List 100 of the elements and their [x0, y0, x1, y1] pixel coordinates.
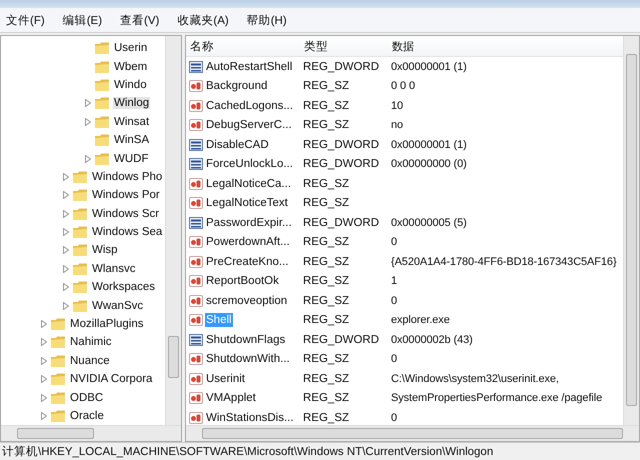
string-value-icon	[189, 235, 203, 250]
value-name[interactable]: ReportBootOk	[205, 274, 280, 288]
value-name[interactable]: DebugServerC...	[205, 118, 293, 132]
value-name[interactable]: Background	[205, 79, 268, 94]
tree-item[interactable]: Userin	[113, 42, 148, 54]
value-type: REG_SZ	[302, 80, 350, 92]
vertical-scrollbar[interactable]	[623, 36, 639, 425]
tree-item[interactable]: Windows Por	[91, 189, 161, 202]
menu-item[interactable]: 编辑(E)	[60, 12, 104, 28]
value-name[interactable]: LegalNoticeText	[205, 196, 289, 210]
expand-arrow-icon[interactable]	[41, 356, 47, 365]
expand-arrow-icon[interactable]	[63, 246, 69, 254]
tree-item[interactable]: Winlog	[113, 97, 150, 110]
tree-item[interactable]: Wisp	[91, 244, 119, 256]
tree-item[interactable]: Nahimic	[69, 336, 113, 348]
menu-item[interactable]: 文件(F)	[4, 12, 47, 28]
expand-arrow-icon[interactable]	[41, 394, 47, 402]
folder-icon	[72, 280, 88, 294]
menu-item[interactable]: 收藏夹(A)	[175, 12, 231, 28]
expand-arrow-icon[interactable]	[85, 118, 91, 126]
folder-icon	[94, 41, 110, 56]
expand-arrow-icon[interactable]	[63, 191, 69, 200]
scrollbar-thumb[interactable]	[202, 428, 623, 439]
value-type: REG_DWORD	[302, 158, 380, 170]
tree-item[interactable]: WinSA	[113, 134, 150, 146]
value-type: REG_DWORD	[302, 138, 380, 151]
tree-item[interactable]: WwanSvc	[91, 300, 144, 312]
horizontal-scrollbar[interactable]	[1, 425, 181, 441]
value-name[interactable]: CachedLogons...	[205, 98, 294, 113]
expand-arrow-icon[interactable]	[63, 283, 69, 292]
value-type: REG_SZ	[302, 119, 350, 132]
column-header[interactable]: 数据	[388, 38, 623, 54]
folder-icon	[94, 114, 110, 129]
value-name[interactable]: PowerdownAft...	[205, 235, 291, 250]
folder-icon	[50, 372, 66, 386]
value-data: 1	[390, 275, 398, 288]
value-type: REG_SZ	[302, 294, 350, 307]
value-name[interactable]: scremoveoption	[205, 294, 288, 308]
tree-item[interactable]: Workspaces	[91, 281, 156, 294]
string-value-icon	[189, 372, 203, 386]
value-data: explorer.exe	[390, 314, 451, 326]
expand-arrow-icon[interactable]	[63, 210, 69, 218]
expand-arrow-icon[interactable]	[41, 412, 47, 420]
expand-arrow-icon[interactable]	[85, 154, 91, 163]
expand-arrow-icon[interactable]	[85, 99, 91, 108]
string-value-icon	[189, 176, 203, 191]
tree-item[interactable]: Winsat	[113, 116, 150, 128]
expand-arrow-icon[interactable]	[63, 264, 69, 273]
tree-item[interactable]: Nuance	[69, 354, 111, 367]
tree-item[interactable]: Windo	[113, 78, 148, 91]
tree-item[interactable]: Wlansvc	[91, 262, 136, 275]
value-name[interactable]: WinStationsDis...	[205, 410, 295, 425]
tree-item[interactable]: Windows Pho	[91, 170, 164, 183]
expand-arrow-icon[interactable]	[41, 338, 47, 346]
tree-item[interactable]: NVIDIA Corpora	[69, 373, 154, 386]
scrollbar-thumb[interactable]	[626, 54, 637, 406]
tree-item[interactable]: Windows Scr	[91, 208, 160, 220]
string-value-icon	[189, 254, 203, 269]
value-name[interactable]: PreCreateKno...	[205, 254, 290, 269]
expand-arrow-icon[interactable]	[41, 320, 47, 328]
menu-item[interactable]: 帮助(H)	[244, 12, 289, 28]
folder-icon	[72, 262, 88, 276]
value-type: REG_SZ	[302, 412, 350, 424]
menu-item[interactable]: 查看(V)	[118, 12, 162, 28]
scrollbar-thumb[interactable]	[17, 428, 94, 439]
value-name[interactable]: Userinit	[205, 372, 246, 386]
value-type: REG_SZ	[302, 100, 350, 112]
value-name[interactable]: DisableCAD	[205, 138, 270, 152]
tree-item[interactable]: Oracle	[69, 410, 105, 422]
value-name[interactable]: VMApplet	[205, 391, 257, 406]
value-data: 0 0 0	[390, 80, 416, 92]
column-header[interactable]: 名称	[186, 38, 300, 54]
value-type: REG_SZ	[302, 372, 350, 385]
tree-item[interactable]: ODBC	[69, 392, 104, 404]
value-data: SystemPropertiesPerformance.exe /pagefile	[390, 392, 604, 404]
tree-item[interactable]: WUDF	[113, 152, 150, 165]
value-data: 0	[390, 353, 398, 366]
string-value-icon	[189, 313, 203, 328]
value-name[interactable]: AutoRestartShell	[205, 60, 294, 74]
horizontal-scrollbar[interactable]	[186, 425, 639, 441]
column-header[interactable]: 类型	[300, 38, 388, 54]
binary-value-icon	[189, 157, 203, 172]
string-value-icon	[189, 294, 203, 308]
value-name[interactable]: ForceUnlockLo...	[205, 157, 294, 172]
scrollbar-thumb[interactable]	[168, 336, 179, 378]
expand-arrow-icon[interactable]	[63, 302, 69, 310]
folder-icon	[50, 335, 66, 350]
tree-item[interactable]: MozillaPlugins	[69, 318, 145, 330]
expand-arrow-icon[interactable]	[41, 375, 47, 384]
value-name[interactable]: ShutdownWith...	[205, 352, 291, 366]
value-name[interactable]: PasswordExpir...	[205, 216, 293, 230]
expand-arrow-icon[interactable]	[63, 172, 69, 181]
tree-item[interactable]: Wbem	[113, 60, 148, 73]
expand-arrow-icon[interactable]	[63, 228, 69, 236]
folder-icon	[94, 60, 110, 74]
value-name[interactable]: ShutdownFlags	[205, 332, 286, 347]
value-data: 0x00000005 (5)	[390, 216, 468, 229]
vertical-scrollbar[interactable]	[165, 36, 181, 425]
tree-item[interactable]: Windows Sea	[91, 226, 164, 238]
value-name[interactable]: LegalNoticeCa...	[205, 176, 292, 191]
